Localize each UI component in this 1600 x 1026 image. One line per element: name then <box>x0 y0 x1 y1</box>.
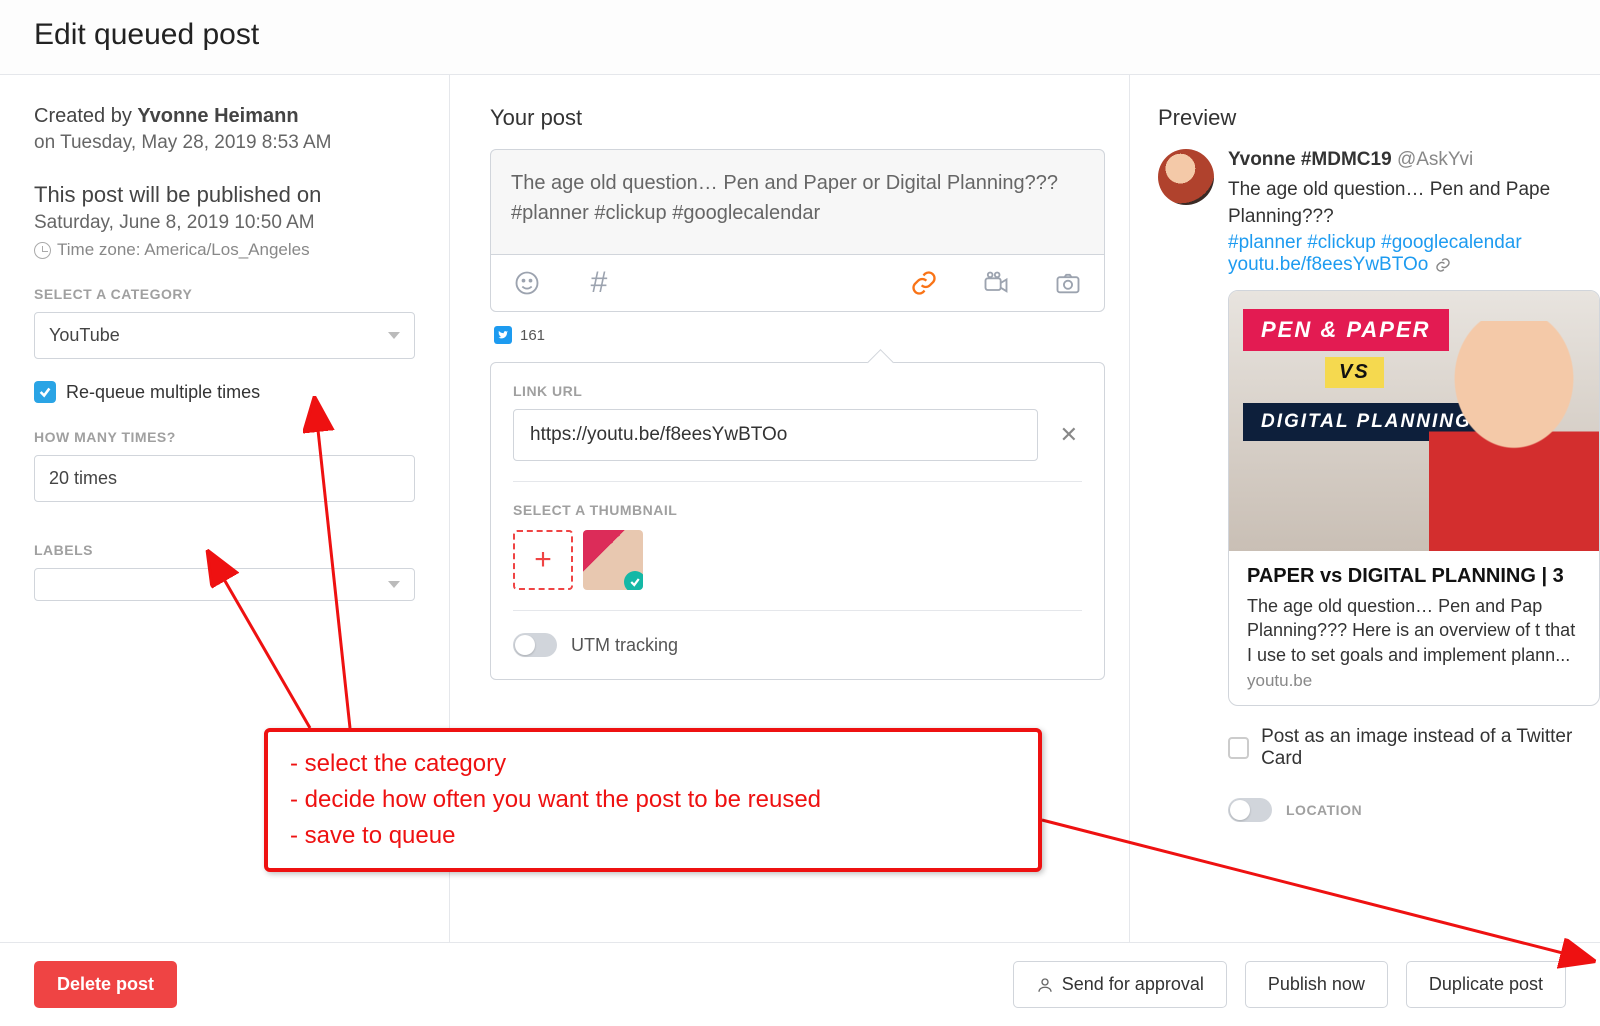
preview-text: The age old question… Pen and Pape Plann… <box>1228 177 1600 230</box>
requeue-checkbox-row[interactable]: Re-queue multiple times <box>34 381 415 403</box>
avatar <box>1158 149 1214 205</box>
char-count-row: 161 <box>494 326 1105 344</box>
post-textarea[interactable]: The age old question… Pen and Paper or D… <box>491 150 1104 254</box>
preview-heading: Preview <box>1158 105 1600 131</box>
person-icon <box>1036 976 1054 994</box>
annotation-callout: - select the category - decide how often… <box>264 728 1042 872</box>
link-small-icon <box>1434 256 1452 274</box>
banner-vs: VS <box>1325 357 1384 388</box>
link-card: LINK URL https://youtu.be/f8eesYwBTOo ✕ … <box>490 362 1105 680</box>
thumbnail-option[interactable] <box>583 530 643 590</box>
preview-card: PEN & PAPER VS DIGITAL PLANNING PAPER vs… <box>1228 290 1600 706</box>
char-count: 161 <box>520 327 545 344</box>
publish-heading: This post will be published on <box>34 182 415 208</box>
emoji-icon[interactable] <box>513 269 541 297</box>
person-graphic <box>1429 321 1599 551</box>
selected-check-icon <box>624 571 643 590</box>
location-label: LOCATION <box>1286 802 1362 818</box>
preview-post: Yvonne #MDMC19 @AskYvi The age old quest… <box>1158 149 1600 822</box>
send-for-approval-button[interactable]: Send for approval <box>1013 961 1227 1008</box>
publish-time: Saturday, June 8, 2019 10:50 AM <box>34 212 415 234</box>
footer-actions: Delete post Send for approval Publish no… <box>0 942 1600 1026</box>
times-value: 20 times <box>49 468 117 489</box>
link-url-label: LINK URL <box>513 383 1082 399</box>
requeue-label: Re-queue multiple times <box>66 382 260 403</box>
image-instead-option[interactable]: Post as an image instead of a Twitter Ca… <box>1228 726 1600 770</box>
times-select[interactable]: 20 times <box>34 455 415 502</box>
camera-icon[interactable] <box>1054 269 1082 297</box>
banner-pen-paper: PEN & PAPER <box>1243 309 1449 351</box>
toggle-off-icon <box>513 633 557 657</box>
category-select[interactable]: YouTube <box>34 312 415 359</box>
preview-card-desc: The age old question… Pen and Pap Planni… <box>1247 594 1581 667</box>
image-instead-label: Post as an image instead of a Twitter Ca… <box>1261 726 1600 770</box>
page-title: Edit queued post <box>34 18 1566 52</box>
preview-card-host: youtu.be <box>1247 671 1581 691</box>
utm-toggle-row[interactable]: UTM tracking <box>513 633 1082 657</box>
composer-heading: Your post <box>490 105 1105 131</box>
created-by-line: Created by Yvonne Heimann <box>34 105 415 128</box>
delete-post-button[interactable]: Delete post <box>34 961 177 1008</box>
composer-toolbar: # <box>491 254 1104 311</box>
preview-card-image: PEN & PAPER VS DIGITAL PLANNING <box>1229 291 1599 551</box>
twitter-icon <box>494 326 512 344</box>
times-label: HOW MANY TIMES? <box>34 429 415 445</box>
toggle-off-icon[interactable] <box>1228 798 1272 822</box>
preview-card-title: PAPER vs DIGITAL PLANNING | 3 <box>1247 565 1581 588</box>
video-icon[interactable] <box>982 269 1010 297</box>
page-header: Edit queued post <box>0 0 1600 75</box>
checkbox-checked-icon <box>34 381 56 403</box>
publish-now-button[interactable]: Publish now <box>1245 961 1388 1008</box>
preview-hashtags: #planner #clickup #googlecalendar <box>1228 232 1600 254</box>
timezone-text: Time zone: America/Los_Angeles <box>57 240 310 260</box>
clock-icon <box>34 242 51 259</box>
timezone-row: Time zone: America/Los_Angeles <box>34 240 415 260</box>
chevron-down-icon <box>388 332 400 339</box>
chevron-down-icon <box>388 581 400 588</box>
labels-label: LABELS <box>34 542 415 558</box>
link-url-input[interactable]: https://youtu.be/f8eesYwBTOo <box>513 409 1038 461</box>
preview-author: Yvonne #MDMC19 @AskYvi <box>1228 149 1600 171</box>
utm-label: UTM tracking <box>571 635 678 656</box>
link-icon[interactable] <box>910 269 938 297</box>
preview-short-url: youtu.be/f8eesYwBTOo <box>1228 254 1600 276</box>
hashtag-icon[interactable]: # <box>585 269 613 297</box>
thumbnail-label: SELECT A THUMBNAIL <box>513 502 1082 518</box>
checkbox-empty-icon <box>1228 737 1249 759</box>
duplicate-post-button[interactable]: Duplicate post <box>1406 961 1566 1008</box>
labels-select[interactable] <box>34 568 415 601</box>
category-label: SELECT A CATEGORY <box>34 286 415 302</box>
preview-column: Preview Yvonne #MDMC19 @AskYvi The age o… <box>1130 75 1600 951</box>
add-thumbnail-button[interactable]: + <box>513 530 573 590</box>
post-composer: The age old question… Pen and Paper or D… <box>490 149 1105 312</box>
clear-link-icon[interactable]: ✕ <box>1056 418 1082 452</box>
category-value: YouTube <box>49 325 120 346</box>
created-on: on Tuesday, May 28, 2019 8:53 AM <box>34 132 415 154</box>
